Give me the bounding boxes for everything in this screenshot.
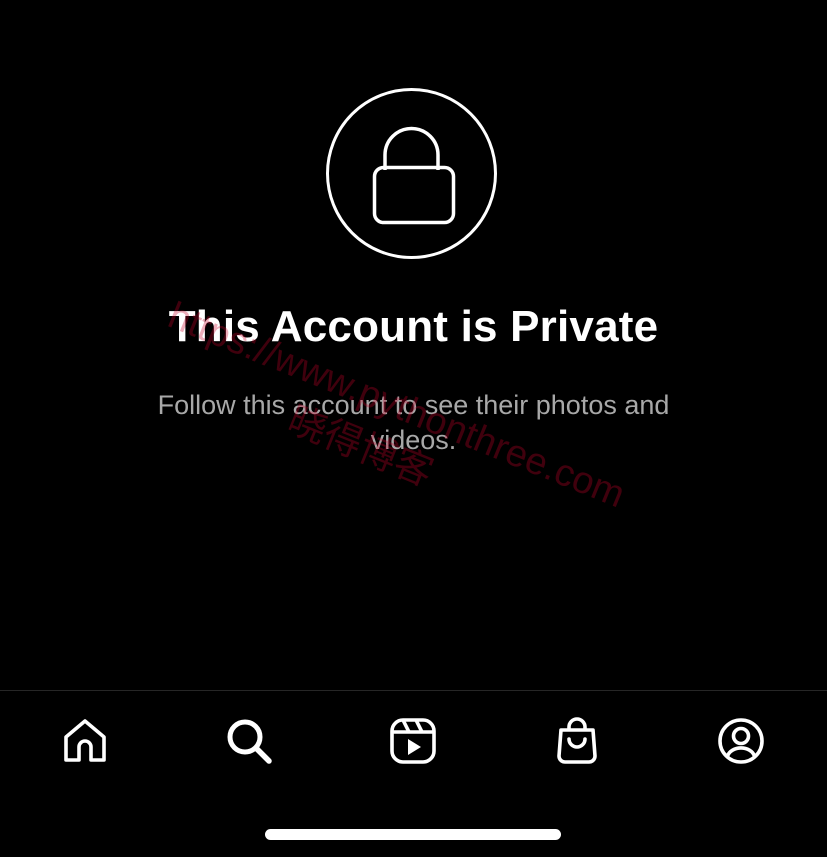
lock-icon — [372, 126, 456, 225]
lock-circle — [326, 88, 497, 259]
watermark-brand: 晓得博客 — [281, 399, 439, 495]
profile-icon — [718, 718, 764, 764]
private-account-subtitle: Follow this account to see their photos … — [157, 390, 670, 455]
reels-icon — [390, 718, 436, 764]
tab-shop[interactable] — [549, 713, 605, 769]
home-indicator[interactable] — [265, 829, 561, 840]
private-account-title: This Account is Private — [168, 302, 659, 351]
bottom-tab-bar — [0, 691, 827, 791]
home-icon — [64, 719, 106, 762]
search-icon — [227, 719, 272, 764]
tab-search[interactable] — [221, 713, 277, 769]
tab-reels[interactable] — [385, 713, 441, 769]
shopping-bag-icon — [557, 717, 597, 764]
tab-home[interactable] — [57, 713, 113, 769]
tab-profile[interactable] — [713, 713, 769, 769]
